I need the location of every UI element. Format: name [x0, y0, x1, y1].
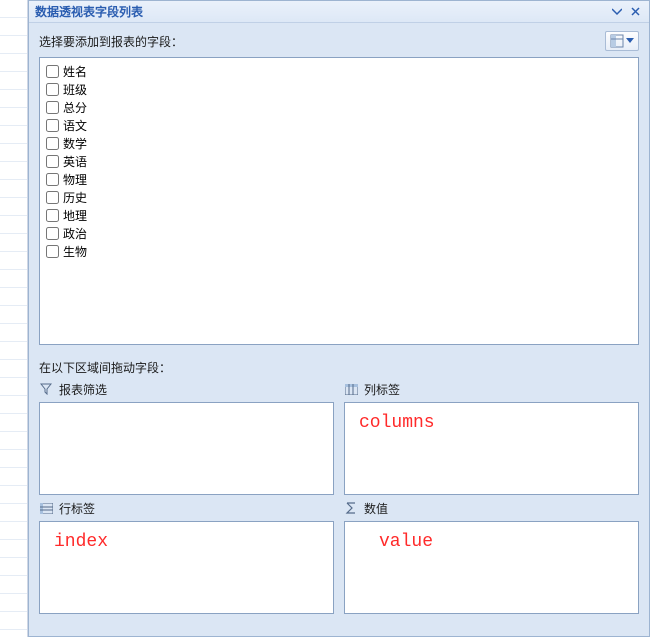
field-label: 英语	[63, 153, 87, 170]
column-labels-text: 列标签	[364, 381, 400, 398]
report-filter-text: 报表筛选	[59, 381, 107, 398]
field-label: 姓名	[63, 63, 87, 80]
layout-icon	[610, 34, 624, 48]
field-checkbox[interactable]	[46, 65, 59, 78]
field-item[interactable]: 历史	[46, 188, 632, 206]
row-labels-text: 行标签	[59, 500, 95, 517]
field-label: 生物	[63, 243, 87, 260]
filter-icon	[39, 382, 53, 396]
columns-annotation: columns	[359, 413, 435, 433]
values-text: 数值	[364, 500, 388, 517]
dropdown-toggle[interactable]	[609, 4, 625, 20]
field-label: 政治	[63, 225, 87, 242]
field-item[interactable]: 语文	[46, 116, 632, 134]
row-labels-label: 行标签	[39, 499, 334, 517]
column-labels-label: 列标签	[344, 380, 639, 398]
field-label: 班级	[63, 81, 87, 98]
sigma-icon	[344, 501, 358, 515]
field-instruction: 选择要添加到报表的字段：	[39, 33, 183, 50]
layout-options-button[interactable]	[605, 31, 639, 51]
column-labels-dropzone[interactable]: columns	[344, 402, 639, 495]
field-item[interactable]: 生物	[46, 242, 632, 260]
panel-titlebar: 数据透视表字段列表	[29, 1, 649, 23]
field-label: 语文	[63, 117, 87, 134]
field-checkbox[interactable]	[46, 83, 59, 96]
field-checkbox[interactable]	[46, 227, 59, 240]
index-annotation: index	[54, 532, 108, 552]
row-labels-dropzone[interactable]: index	[39, 521, 334, 614]
field-item[interactable]: 总分	[46, 98, 632, 116]
chevron-down-icon	[626, 38, 634, 44]
report-filter-dropzone[interactable]	[39, 402, 334, 495]
field-item[interactable]: 地理	[46, 206, 632, 224]
field-checkbox[interactable]	[46, 209, 59, 222]
columns-icon	[344, 382, 358, 396]
field-checkbox[interactable]	[46, 245, 59, 258]
value-annotation: value	[359, 532, 433, 552]
field-item[interactable]: 英语	[46, 152, 632, 170]
values-dropzone[interactable]: value	[344, 521, 639, 614]
rows-icon	[39, 501, 53, 515]
spreadsheet-row-edge	[0, 0, 28, 637]
values-label: 数值	[344, 499, 639, 517]
field-checkbox[interactable]	[46, 137, 59, 150]
field-checkbox[interactable]	[46, 155, 59, 168]
field-checkbox[interactable]	[46, 173, 59, 186]
field-checkbox[interactable]	[46, 101, 59, 114]
field-label: 数学	[63, 135, 87, 152]
pivot-field-list-panel: 数据透视表字段列表 选择要添加到报表的字段： 姓名班级总分语文数学英语物理历史地…	[28, 0, 650, 637]
report-filter-label: 报表筛选	[39, 380, 334, 398]
field-item[interactable]: 数学	[46, 134, 632, 152]
field-label: 地理	[63, 207, 87, 224]
drag-instruction: 在以下区域间拖动字段：	[39, 359, 639, 376]
field-label: 物理	[63, 171, 87, 188]
field-item[interactable]: 政治	[46, 224, 632, 242]
field-checkbox[interactable]	[46, 191, 59, 204]
drop-areas: 报表筛选 列标签 columns	[39, 380, 639, 614]
panel-body: 选择要添加到报表的字段： 姓名班级总分语文数学英语物理历史地理政治生物 在以下区…	[29, 23, 649, 636]
field-item[interactable]: 班级	[46, 80, 632, 98]
close-icon[interactable]	[627, 4, 643, 20]
field-checkbox[interactable]	[46, 119, 59, 132]
field-label: 总分	[63, 99, 87, 116]
panel-footer	[39, 622, 639, 626]
field-label: 历史	[63, 189, 87, 206]
available-fields-list[interactable]: 姓名班级总分语文数学英语物理历史地理政治生物	[39, 57, 639, 345]
field-item[interactable]: 物理	[46, 170, 632, 188]
field-item[interactable]: 姓名	[46, 62, 632, 80]
panel-title: 数据透视表字段列表	[35, 3, 607, 20]
